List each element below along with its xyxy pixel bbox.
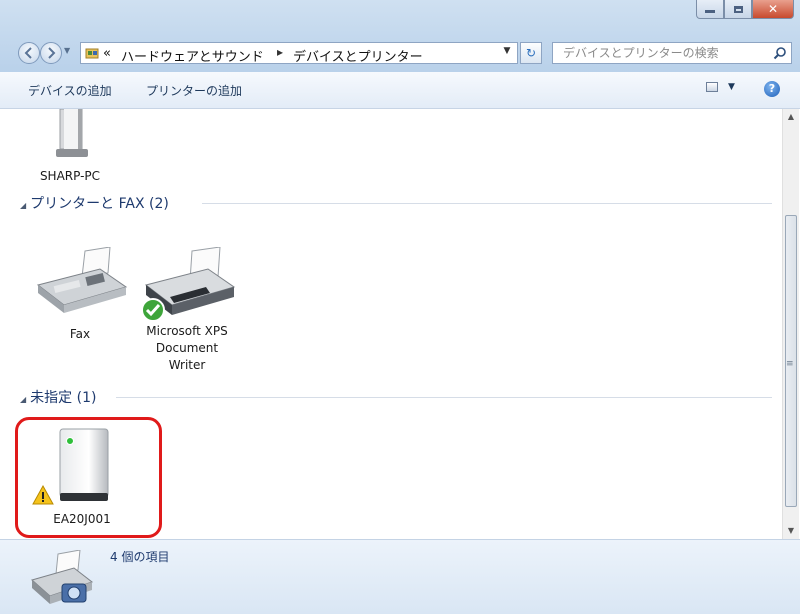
group-printers-label: プリンターと FAX (2): [30, 196, 169, 212]
add-printer-button[interactable]: プリンターの追加: [146, 82, 242, 99]
device-list: SHARP-PC ◢ プリンターと FAX (2) Fax Microsoft …: [0, 109, 780, 539]
device-xps-label-line3: Writer: [168, 358, 206, 372]
group-unspecified-label: 未指定 (1): [30, 390, 97, 406]
group-header-printers[interactable]: ◢ プリンターと FAX (2): [20, 193, 169, 213]
maximize-icon: [733, 5, 743, 13]
default-check-icon: [141, 298, 165, 322]
refresh-icon: ↻: [525, 46, 537, 60]
computer-icon: [56, 109, 88, 157]
device-computer-label: SHARP-PC: [39, 169, 101, 183]
maximize-button[interactable]: [724, 0, 752, 19]
camera-printer-icon: [30, 550, 94, 604]
recent-pages-dropdown[interactable]: ▼: [64, 46, 74, 58]
search-box[interactable]: [552, 42, 792, 64]
help-icon[interactable]: ?: [764, 81, 780, 97]
device-fax-label: Fax: [69, 327, 91, 341]
search-icon[interactable]: [773, 46, 787, 60]
chevron-right-icon[interactable]: ▸: [277, 45, 283, 59]
minimize-button[interactable]: [696, 0, 724, 19]
device-xps-label-line2: Document: [155, 341, 219, 355]
item-count-text: 4 個の項目: [110, 550, 170, 564]
add-device-button[interactable]: デバイスの追加: [28, 82, 112, 99]
folder-icon: [85, 48, 99, 59]
forward-icon: [48, 47, 56, 59]
breadcrumb-hardware-sound[interactable]: ハードウェアとサウンド: [121, 46, 264, 65]
collapse-icon: ◢: [20, 395, 27, 404]
close-button[interactable]: ✕: [752, 0, 794, 19]
minimize-icon: [705, 9, 715, 13]
command-bar: デバイスの追加 プリンターの追加 ▼ ?: [0, 72, 800, 109]
devices-printers-window: ✕ ▼ « ハードウェアとサウンド ▸ デバイスとプリンター ▼ ↻ デバイスと…: [0, 0, 800, 614]
scroll-down-button[interactable]: ▼: [783, 523, 799, 539]
back-icon: [24, 47, 32, 59]
group-header-unspecified[interactable]: ◢ 未指定 (1): [20, 387, 96, 407]
device-fax[interactable]: Fax: [28, 246, 132, 343]
address-overflow[interactable]: «: [103, 46, 111, 61]
back-button[interactable]: [18, 42, 40, 64]
fax-icon: [36, 246, 128, 313]
window-controls: ✕: [696, 0, 794, 19]
forward-button[interactable]: [40, 42, 62, 64]
address-bar[interactable]: « ハードウェアとサウンド ▸ デバイスとプリンター: [80, 42, 518, 65]
collapse-icon: ◢: [20, 201, 27, 210]
group-divider: [116, 397, 772, 398]
group-divider: [202, 203, 772, 204]
scroll-grip-icon: ≡: [786, 359, 794, 369]
view-dropdown[interactable]: ▼: [728, 82, 735, 92]
device-xps-label-line1: Microsoft XPS: [146, 324, 228, 338]
refresh-button[interactable]: ↻: [520, 42, 542, 64]
breadcrumb-devices-printers[interactable]: デバイスとプリンター: [293, 46, 423, 65]
device-computer[interactable]: SHARP-PC: [30, 109, 110, 185]
details-pane: 4 個の項目: [0, 539, 800, 614]
address-dropdown[interactable]: ▼: [498, 43, 516, 59]
scroll-up-button[interactable]: ▲: [783, 109, 799, 125]
close-icon: ✕: [767, 2, 779, 16]
view-icon[interactable]: [706, 82, 718, 92]
navigation-bar: ▼ « ハードウェアとサウンド ▸ デバイスとプリンター ▼ ↻: [0, 40, 800, 68]
search-input[interactable]: [561, 45, 765, 61]
vertical-scrollbar[interactable]: ▲ ≡ ▼: [782, 109, 799, 539]
title-bar: ✕ ▼ « ハードウェアとサウンド ▸ デバイスとプリンター ▼ ↻ デバイスと…: [0, 0, 800, 72]
device-xps-writer[interactable]: Microsoft XPS Document Writer: [128, 247, 246, 374]
highlight-annotation: [15, 417, 162, 538]
